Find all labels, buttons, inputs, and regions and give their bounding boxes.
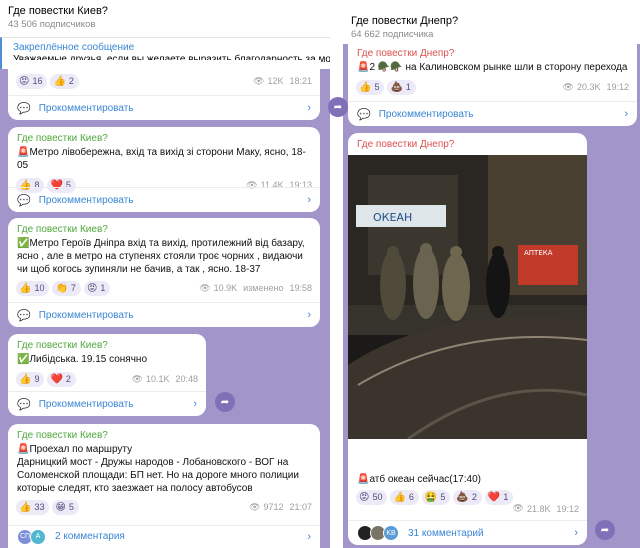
reaction-chip[interactable]: 👍 6 bbox=[390, 489, 419, 505]
channel-panel-kyiv: Где повестки Киев? 43 506 подписчиков За… bbox=[0, 0, 330, 548]
chevron-right-icon: › bbox=[574, 527, 578, 539]
subscriber-count: 43 506 подписчиков bbox=[8, 19, 96, 30]
share-button[interactable]: ➦ bbox=[215, 392, 235, 412]
reaction-chip[interactable]: 💩 1 bbox=[387, 79, 416, 95]
eye-icon: 👁 bbox=[131, 373, 143, 384]
message-bubble: Где повестки Киев? 🚨Метро лівобережна, в… bbox=[8, 127, 320, 212]
channel-header[interactable]: Где повестки Днепр? 64 662 подписчика bbox=[343, 0, 640, 44]
commenter-avatars: СП А bbox=[17, 528, 46, 545]
message-bubble: 😡 16 👍 2 👁 12K 18:21 💬 Прокомментировать › bbox=[8, 60, 320, 120]
message-text: ✅Либідська. 19.15 сонячно bbox=[17, 354, 148, 365]
reaction-chip[interactable]: 👍 33 bbox=[16, 499, 50, 515]
photo-sign-text: АПТЕКА bbox=[524, 249, 553, 257]
comment-icon: 💬 bbox=[17, 398, 31, 411]
reaction-chip[interactable]: 😡 16 bbox=[16, 73, 48, 89]
avatar: А bbox=[30, 528, 46, 545]
message-author[interactable]: Где повестки Днепр? bbox=[357, 48, 637, 59]
photo-sign-text: ОКЕАН bbox=[373, 211, 412, 224]
eye-icon: 👁 bbox=[253, 75, 265, 86]
comment-button[interactable]: KB 31 комментарий › bbox=[348, 520, 587, 545]
share-button[interactable]: ➦ bbox=[595, 520, 615, 540]
message-meta: 👁 12K 18:21 bbox=[253, 75, 312, 87]
message-meta: 👁 21.8K 19:12 bbox=[512, 503, 580, 514]
panel-divider bbox=[330, 0, 343, 548]
eye-icon: 👁 bbox=[512, 503, 524, 513]
comment-icon: 💬 bbox=[17, 102, 31, 115]
message-meta: 👁 10.9K изменено 19:58 bbox=[199, 282, 312, 294]
reaction-chip[interactable]: ❤️ 1 bbox=[484, 489, 514, 505]
message-text: 🚨атб океан сейчас(17:40) bbox=[357, 474, 481, 485]
comment-icon: 💬 bbox=[357, 108, 371, 121]
comment-button[interactable]: 💬 Прокомментировать › bbox=[8, 302, 320, 327]
chevron-right-icon: › bbox=[307, 194, 311, 206]
reaction-chip[interactable]: ❤️ 2 bbox=[47, 371, 76, 387]
message-meta: 👁 10.1K 20:48 bbox=[131, 373, 199, 385]
street-photo: ОКЕАН АПТЕКА bbox=[348, 155, 587, 439]
channel-panel-dnipro: Где повестки Днепр? 64 662 подписчика Гд… bbox=[343, 0, 640, 548]
reaction-chip[interactable]: 👍 2 bbox=[50, 73, 79, 89]
message-author[interactable]: Где повестки Днепр? bbox=[357, 139, 587, 150]
message-author[interactable]: Где повестки Киев? bbox=[17, 133, 320, 144]
message-text: ✅Метро Героїв Дніпра вхід та вихід, прот… bbox=[17, 238, 305, 275]
share-button[interactable]: ➦ bbox=[328, 97, 348, 117]
comment-button[interactable]: 💬 Прокомментировать › bbox=[8, 391, 206, 416]
message-bubble: Где повестки Киев? ✅Метро Героїв Дніпра … bbox=[8, 218, 320, 327]
reaction-chip[interactable]: 👍 10 bbox=[16, 280, 50, 296]
channel-title: Где повестки Киев? bbox=[8, 5, 108, 17]
message-author[interactable]: Где повестки Киев? bbox=[17, 430, 320, 441]
eye-icon: 👁 bbox=[249, 501, 261, 512]
chevron-right-icon: › bbox=[624, 108, 628, 120]
message-text: 🚨Проехал по маршруту Дарницкий мост - Др… bbox=[17, 444, 299, 494]
message-bubble: Где повестки Киев? 🚨Проехал по маршруту … bbox=[8, 424, 320, 548]
comment-button[interactable]: СП А 2 комментария › bbox=[8, 525, 320, 547]
chevron-right-icon: › bbox=[193, 398, 197, 410]
message-bubble: Где повестки Днепр? ОКЕАН АПТЕКА 🚨атб ок… bbox=[348, 133, 587, 545]
reaction-chip[interactable]: 😁 5 bbox=[52, 499, 79, 515]
message-text: 🚨2 🪖🪖 на Калиновском рынке шли в сторону… bbox=[357, 62, 628, 73]
reaction-chip[interactable]: 😡 50 bbox=[356, 489, 388, 505]
message-bubble: Где повестки Киев? ✅Либідська. 19.15 сон… bbox=[8, 334, 206, 416]
message-author[interactable]: Где повестки Киев? bbox=[17, 224, 320, 235]
commenter-avatars: KB bbox=[357, 525, 399, 541]
pinned-label: Закреплённое сообщение bbox=[13, 42, 135, 53]
reaction-chip[interactable]: 👏 7 bbox=[52, 280, 81, 296]
message-text: 🚨Метро лівобережна, вхід та вихід зі сто… bbox=[17, 147, 306, 171]
chevron-right-icon: › bbox=[307, 530, 311, 543]
avatar: KB bbox=[383, 525, 399, 541]
eye-icon: 👁 bbox=[199, 282, 211, 293]
reaction-chip[interactable]: 👍 9 bbox=[16, 371, 45, 387]
comment-button[interactable]: 💬 Прокомментировать › bbox=[348, 101, 637, 126]
comment-icon: 💬 bbox=[17, 309, 31, 322]
reaction-chip[interactable]: 🤮 5 bbox=[421, 489, 451, 505]
message-photo[interactable]: ОКЕАН АПТЕКА bbox=[348, 155, 587, 439]
message-meta: 👁 9712 21:07 bbox=[249, 501, 312, 513]
channel-title: Где повестки Днепр? bbox=[351, 15, 459, 27]
chevron-right-icon: › bbox=[307, 102, 311, 114]
subscriber-count: 64 662 подписчика bbox=[351, 29, 434, 40]
reaction-chip[interactable]: 😡 1 bbox=[83, 280, 111, 296]
comment-button[interactable]: 💬 Прокомментировать › bbox=[8, 95, 320, 120]
chevron-right-icon: › bbox=[307, 309, 311, 321]
eye-icon: 👁 bbox=[562, 81, 574, 92]
message-author[interactable]: Где повестки Киев? bbox=[17, 340, 206, 351]
comment-icon: 💬 bbox=[17, 194, 31, 207]
message-meta: 👁 20.3K 19:12 bbox=[562, 81, 630, 93]
reaction-chip[interactable]: 👍 5 bbox=[356, 79, 385, 95]
channel-header[interactable]: Где повестки Киев? 43 506 подписчиков bbox=[0, 0, 330, 37]
reaction-chip[interactable]: 💩 2 bbox=[453, 489, 482, 505]
comment-button[interactable]: 💬 Прокомментировать › bbox=[8, 187, 320, 212]
message-bubble: Где повестки Днепр? 🚨2 🪖🪖 на Калиновском… bbox=[348, 44, 637, 126]
